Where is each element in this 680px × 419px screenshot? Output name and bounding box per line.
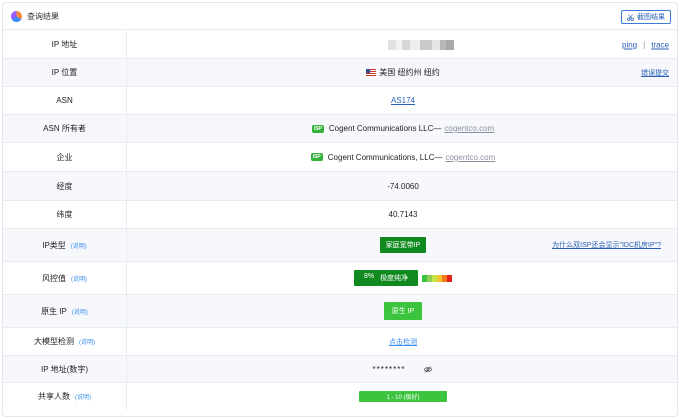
native-help-link[interactable]: (说明) xyxy=(72,307,88,316)
value-latitude: 40.7143 xyxy=(388,210,418,219)
label-asn: ASN xyxy=(3,87,127,114)
trace-link[interactable]: trace xyxy=(651,40,669,49)
click-detect-link[interactable]: 点击检测 xyxy=(389,337,417,347)
label-longitude: 经度 xyxy=(3,172,127,200)
label-native: 原生 IP (说明) xyxy=(3,295,127,327)
sharing-count-badge: 1 - 10 (极好) xyxy=(359,391,447,402)
ip-numeric-masked: ******** xyxy=(372,364,406,374)
native-label-text: 原生 IP xyxy=(41,306,67,316)
row-native: 原生 IP (说明) 原生 IP xyxy=(3,295,677,328)
scissors-icon xyxy=(627,13,634,21)
company-name: Cogent Communications, LLC— xyxy=(327,152,443,162)
sharing-label-text: 共享人数 xyxy=(38,392,70,401)
us-flag-icon xyxy=(366,69,377,76)
value-company: ISP Cogent Communications, LLC— cogentco… xyxy=(127,143,677,171)
asn-owner-name: Cogent Communications LLC— xyxy=(328,124,442,133)
results-panel: 查询结果 截图结果 IP 地址 ping | trace IP 位置 美国 纽约… xyxy=(2,2,678,417)
row-asn: ASN AS174 xyxy=(3,87,677,115)
value-sharing: 1 - 10 (极好) xyxy=(127,383,677,410)
label-company: 企业 xyxy=(3,143,127,171)
label-risk: 风控值 (说明) xyxy=(3,262,127,294)
panel-header: 查询结果 截图结果 xyxy=(3,3,677,30)
risk-bar-segment xyxy=(447,274,453,282)
value-asn-owner: ISP Cogent Communications LLC— cogentco.… xyxy=(127,115,677,142)
eye-hidden-icon[interactable] xyxy=(423,365,433,373)
isp-badge: ISP xyxy=(311,124,324,133)
value-llm: 点击检测 xyxy=(127,328,677,355)
llm-help-link[interactable]: (说明) xyxy=(79,337,95,346)
row-asn-owner: ASN 所有者 ISP Cogent Communications LLC— c… xyxy=(3,115,677,143)
isp-badge: ISP xyxy=(310,153,323,161)
label-asn-owner: ASN 所有者 xyxy=(3,115,127,142)
label-ip: IP 地址 xyxy=(3,31,127,58)
asn-link[interactable]: AS174 xyxy=(391,96,415,105)
risk-score-badge: 8% 极度纯净 xyxy=(353,270,419,286)
row-longitude: 经度 -74.0060 xyxy=(3,172,677,201)
value-location: 美国 纽约州 纽约 错误提交 xyxy=(127,59,677,86)
native-ip-badge: 原生 IP xyxy=(383,302,423,320)
ip-address-blurred xyxy=(388,39,454,50)
ip-type-help-link[interactable]: (说明) xyxy=(71,241,87,250)
risk-help-link[interactable]: (说明) xyxy=(71,274,87,283)
row-ip-numeric: IP 地址(数字) ******** xyxy=(3,356,677,383)
logo-icon xyxy=(11,10,22,22)
label-ip-numeric: IP 地址(数字) xyxy=(3,356,127,382)
value-ip-type: 家庭宽带IP 为什么双ISP还会显示"IDC机房IP"? xyxy=(127,229,677,261)
ip-type-label-text: IP类型 xyxy=(42,240,66,250)
screenshot-button[interactable]: 截图结果 xyxy=(621,10,671,24)
row-llm: 大模型检测 (说明) 点击检测 xyxy=(3,328,677,356)
ping-link[interactable]: ping xyxy=(622,40,637,49)
label-latitude: 纬度 xyxy=(3,201,127,228)
screenshot-button-label: 截图结果 xyxy=(637,14,665,21)
location-text: 美国 纽约州 纽约 xyxy=(379,68,440,77)
label-ip-type: IP类型 (说明) xyxy=(3,229,127,261)
label-location: IP 位置 xyxy=(3,59,127,86)
sharing-help-link[interactable]: (说明) xyxy=(75,392,91,401)
risk-text: 极度纯净 xyxy=(380,275,409,282)
company-domain-link[interactable]: cogentco.com xyxy=(445,153,495,162)
ip-type-badge: 家庭宽带IP xyxy=(379,237,427,253)
label-llm: 大模型检测 (说明) xyxy=(3,328,127,355)
link-separator: | xyxy=(643,40,646,49)
value-native: 原生 IP xyxy=(127,295,677,327)
row-risk: 风控值 (说明) 8% 极度纯净 xyxy=(3,262,677,295)
value-longitude: -74.0060 xyxy=(387,181,419,191)
risk-percent: 8% xyxy=(363,273,375,280)
risk-meter: 8% 极度纯净 xyxy=(353,270,453,286)
row-latitude: 纬度 40.7143 xyxy=(3,201,677,229)
result-table: IP 地址 ping | trace IP 位置 美国 纽约州 纽约 错误提交 xyxy=(3,31,677,410)
llm-label-text: 大模型检测 xyxy=(34,337,74,346)
panel-title: 查询结果 xyxy=(27,11,59,21)
ip-tool-links: ping | trace xyxy=(622,40,669,49)
value-risk: 8% 极度纯净 xyxy=(127,262,677,294)
row-ip: IP 地址 ping | trace xyxy=(3,31,677,59)
asn-owner-domain-link[interactable]: cogentco.com xyxy=(444,124,494,133)
row-location: IP 位置 美国 纽约州 纽约 错误提交 xyxy=(3,59,677,87)
idc-explain-link[interactable]: 为什么双ISP还会显示"IDC机房IP"? xyxy=(552,240,661,250)
row-company: 企业 ISP Cogent Communications, LLC— cogen… xyxy=(3,143,677,172)
value-ip: ping | trace xyxy=(127,31,677,58)
risk-level-bar xyxy=(422,274,453,282)
value-asn: AS174 xyxy=(127,87,677,114)
row-ip-type: IP类型 (说明) 家庭宽带IP 为什么双ISP还会显示"IDC机房IP"? xyxy=(3,229,677,262)
risk-label-text: 风控值 xyxy=(42,273,66,283)
label-sharing: 共享人数 (说明) xyxy=(3,383,127,410)
report-error-link[interactable]: 错误提交 xyxy=(641,68,669,78)
value-ip-numeric: ******** xyxy=(127,356,677,382)
row-sharing: 共享人数 (说明) 1 - 10 (极好) xyxy=(3,383,677,410)
